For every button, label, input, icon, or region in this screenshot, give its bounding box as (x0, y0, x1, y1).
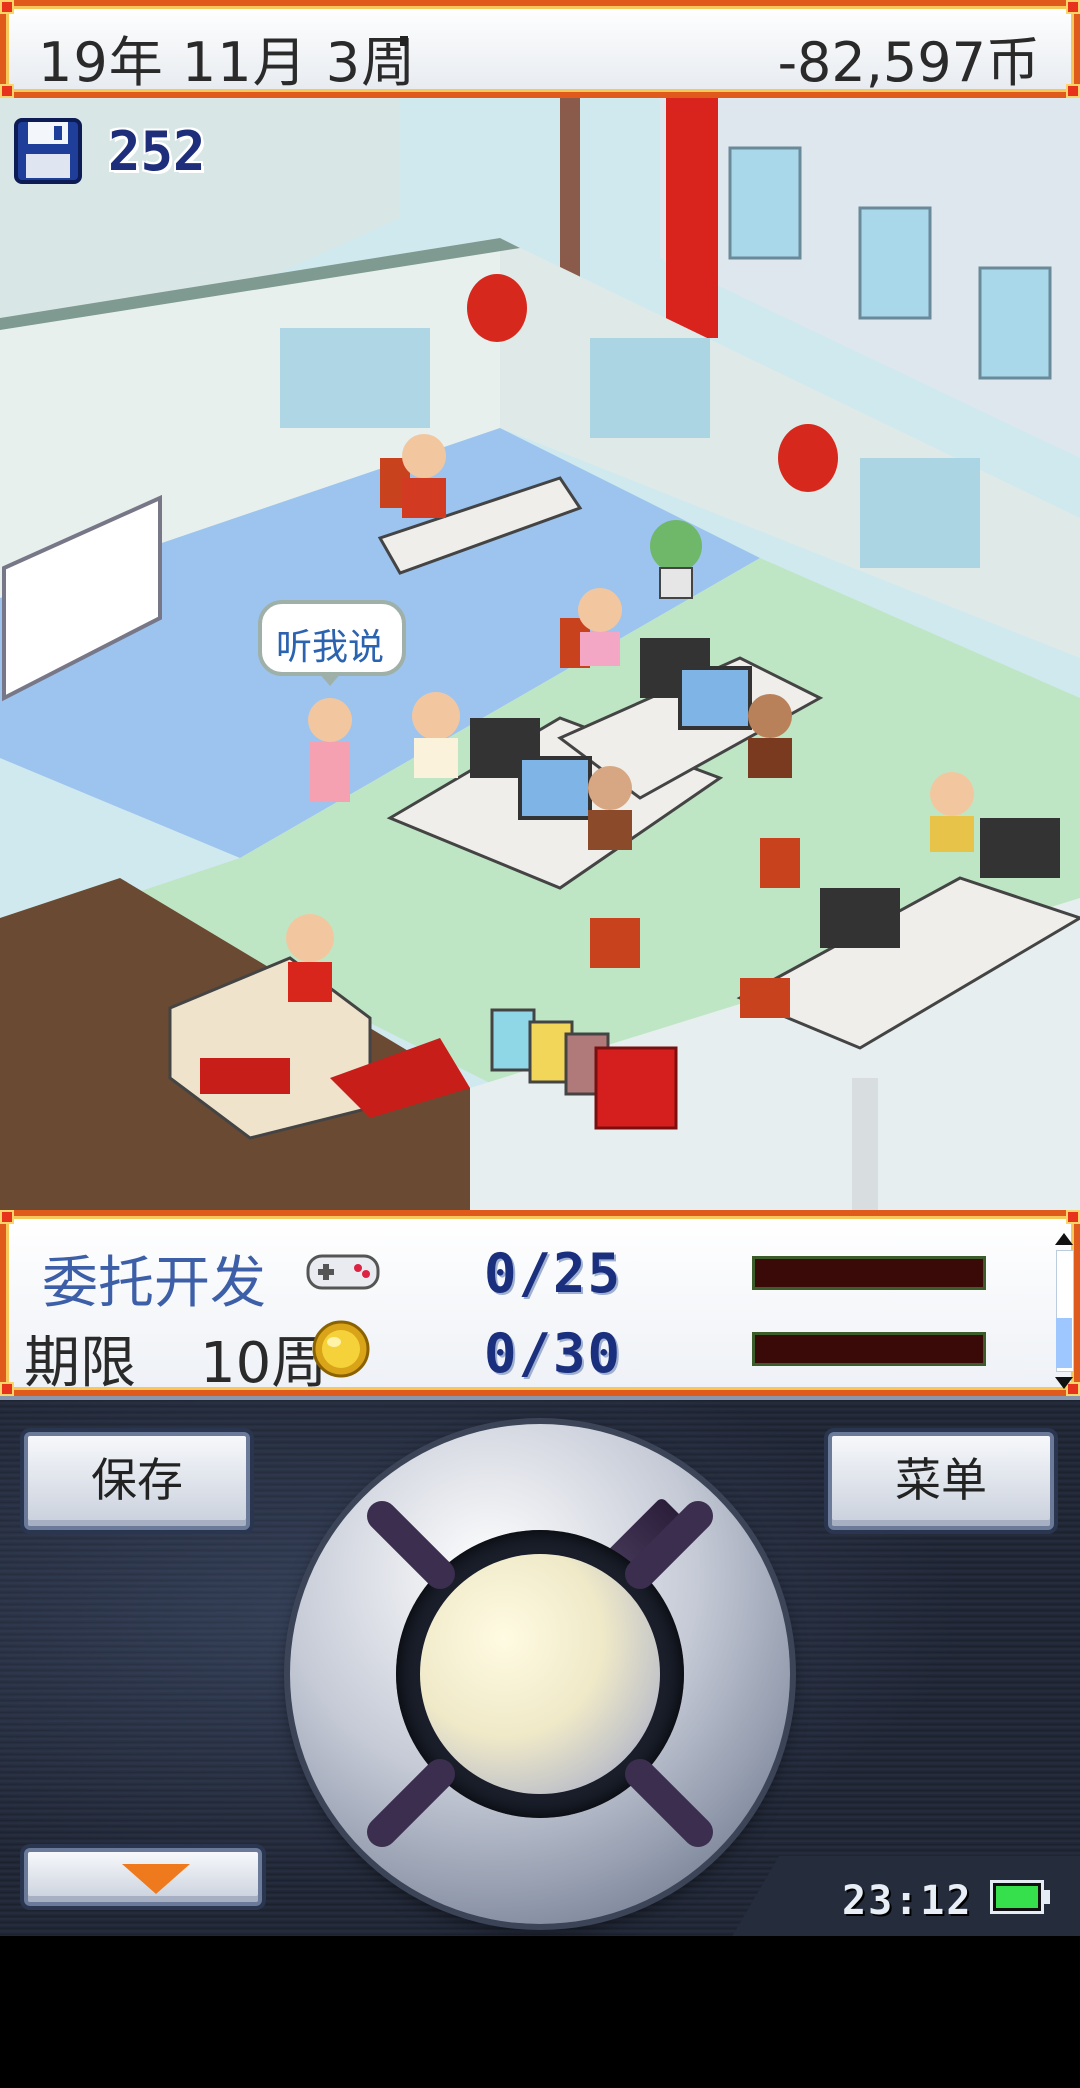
status-bar: 19年 11月 3周 -82,597币 (0, 0, 1080, 98)
development-progress-bar (752, 1256, 986, 1290)
clock: 23:12 (842, 1878, 973, 1924)
speech-text: 听我说 (276, 627, 385, 668)
job-title: 委托开发 (42, 1251, 266, 1316)
dpad[interactable] (290, 1424, 790, 1924)
frame-corner (0, 84, 14, 98)
scroll-thumb[interactable] (1056, 1318, 1072, 1368)
collapse-button[interactable] (24, 1848, 262, 1906)
floppy-disk-icon (14, 118, 82, 184)
deadline-label: 期限 (24, 1331, 136, 1396)
development-progress-text: 0/25 (484, 1242, 623, 1305)
frame-corner (0, 1210, 14, 1224)
speech-bubble: 听我说 (258, 600, 406, 676)
bottom-letterbox (0, 1936, 1080, 2088)
save-count: 252 (108, 120, 206, 183)
controller-area: 保存 菜单 23:12 (0, 1396, 1080, 1940)
contract-info-panel: 委托开发 0/25 期限 10周 0/30 (0, 1210, 1080, 1396)
frame-corner (1066, 1210, 1080, 1224)
deadline-value: 10周 (200, 1331, 328, 1396)
scroll-up-icon[interactable] (1054, 1232, 1074, 1246)
new-year-banner (666, 98, 718, 338)
save-button[interactable]: 保存 (24, 1432, 250, 1530)
scroll-down-icon[interactable] (1054, 1376, 1074, 1390)
battery-icon (990, 1880, 1044, 1914)
reward-progress-bar (752, 1332, 986, 1366)
status-dot (400, 36, 408, 46)
office-illustration (0, 98, 1080, 1210)
office-scene[interactable]: 252 听我说 (0, 98, 1080, 1210)
gamepad-icon (306, 1254, 380, 1290)
speech-bubble-tail (318, 672, 342, 686)
down-arrow-icon (122, 1864, 190, 1894)
frame-corner (0, 0, 14, 14)
money-counter: -82,597币 (777, 31, 1040, 94)
reward-progress-text: 0/30 (484, 1322, 623, 1385)
battery-tip (1044, 1890, 1050, 1904)
panel-scrollbar[interactable] (1052, 1232, 1076, 1390)
frame-corner (1066, 84, 1080, 98)
frame-corner (0, 1382, 14, 1396)
game-date: 19年 11月 3周 (38, 31, 417, 94)
frame-corner (1066, 0, 1080, 14)
battery-level (996, 1886, 1038, 1908)
dpad-center-button[interactable] (420, 1554, 660, 1794)
menu-button[interactable]: 菜单 (828, 1432, 1054, 1530)
gold-coin-icon (312, 1320, 370, 1378)
